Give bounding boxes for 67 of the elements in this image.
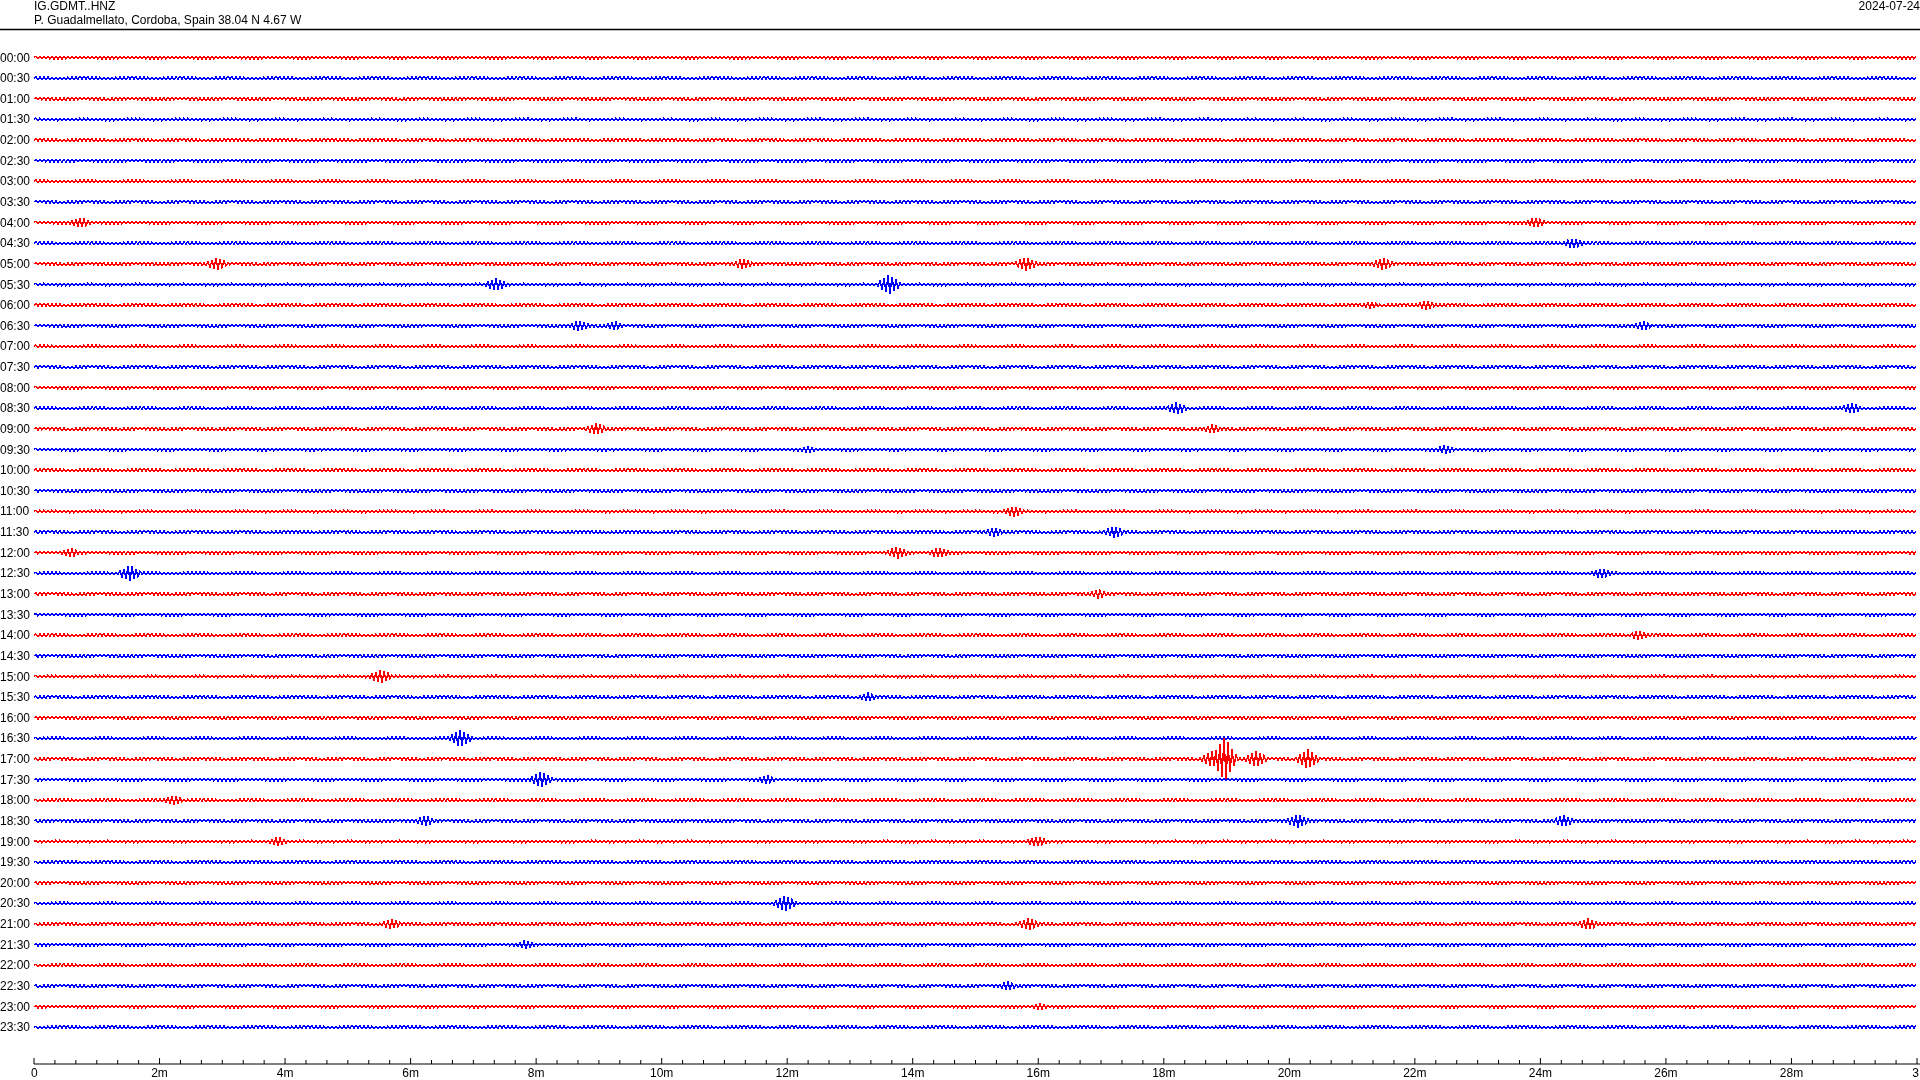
row-time-label: 04:30	[0, 236, 31, 251]
row-time-label: 21:30	[0, 937, 31, 952]
axis-tick-label: 12m	[775, 1066, 799, 1080]
row-time-label: 20:00	[0, 875, 31, 890]
row-time-label: 02:30	[0, 153, 31, 168]
record-date: 2024-07-24	[1858, 0, 1920, 13]
station-location: P. Guadalmellato, Cordoba, Spain 38.04 N 4.67 W	[34, 13, 302, 27]
row-time-label: 02:00	[0, 133, 31, 148]
row-time-label: 10:30	[0, 483, 31, 498]
row-time-label: 16:30	[0, 731, 31, 746]
row-time-label: 10:00	[0, 463, 31, 478]
axis-tick-label: 0	[31, 1066, 38, 1080]
row-time-label: 15:00	[0, 669, 31, 684]
row-time-label: 11:30	[0, 525, 30, 540]
row-time-label: 01:30	[0, 112, 31, 127]
row-time-label: 13:00	[0, 587, 31, 601]
row-time-label: 23:30	[0, 1020, 31, 1035]
axis-tick-label: 3	[1912, 1066, 1919, 1080]
row-time-label: 08:00	[0, 380, 31, 395]
row-time-label: 00:00	[0, 50, 31, 65]
row-time-label: 17:30	[0, 772, 31, 787]
row-time-label: 21:00	[0, 917, 31, 932]
row-time-label: 01:00	[0, 91, 31, 106]
row-time-label: 19:30	[0, 855, 31, 870]
row-time-label: 22:00	[0, 958, 31, 973]
row-time-label: 20:30	[0, 896, 31, 911]
axis-tick-label: 18m	[1152, 1066, 1176, 1080]
station-code: IG.GDMT..HNZ	[34, 0, 116, 13]
row-time-label: 04:00	[0, 215, 31, 230]
axis-tick-label: 4m	[276, 1066, 294, 1080]
axis-tick-label: 16m	[1026, 1066, 1050, 1080]
axis-tick-label: 26m	[1654, 1066, 1678, 1080]
row-time-label: 06:30	[0, 318, 31, 333]
axis-tick-label: 24m	[1528, 1066, 1553, 1080]
row-time-label: 09:00	[0, 421, 31, 436]
row-time-label: 18:00	[0, 793, 31, 808]
axis-tick-label: 20m	[1277, 1066, 1301, 1080]
row-time-label: 17:00	[0, 752, 31, 766]
row-time-label: 16:00	[0, 710, 31, 725]
axis-tick-label: 8m	[527, 1066, 545, 1080]
row-time-label: 08:30	[0, 401, 31, 416]
row-time-label: 03:00	[0, 174, 31, 189]
axis-tick-label: 10m	[650, 1066, 674, 1080]
row-time-label: 00:30	[0, 71, 31, 86]
row-time-label: 12:00	[0, 545, 31, 560]
row-time-label: 09:30	[0, 442, 31, 457]
row-time-label: 05:30	[0, 277, 31, 292]
row-time-label: 15:30	[0, 690, 31, 705]
row-time-label: 03:30	[0, 195, 31, 209]
row-time-label: 22:30	[0, 978, 31, 993]
row-time-label: 07:30	[0, 360, 31, 375]
row-time-label: 18:30	[0, 813, 31, 828]
axis-tick-label: 28m	[1779, 1066, 1804, 1080]
row-time-label: 11:00	[0, 504, 30, 519]
axis-tick-label: 22m	[1403, 1066, 1427, 1080]
axis-tick-label: 14m	[901, 1066, 925, 1080]
axis-tick-label: 2m	[151, 1066, 168, 1080]
row-time-label: 05:00	[0, 256, 31, 271]
row-time-label: 06:00	[0, 298, 31, 313]
row-time-label: 13:30	[0, 607, 31, 622]
row-time-label: 14:00	[0, 628, 31, 643]
row-time-label: 19:00	[0, 834, 31, 849]
row-time-label: 12:30	[0, 566, 31, 581]
row-time-label: 14:30	[0, 648, 31, 663]
row-time-label: 07:00	[0, 339, 31, 354]
row-time-label: 23:00	[0, 999, 31, 1014]
axis-tick-label: 6m	[402, 1066, 419, 1080]
